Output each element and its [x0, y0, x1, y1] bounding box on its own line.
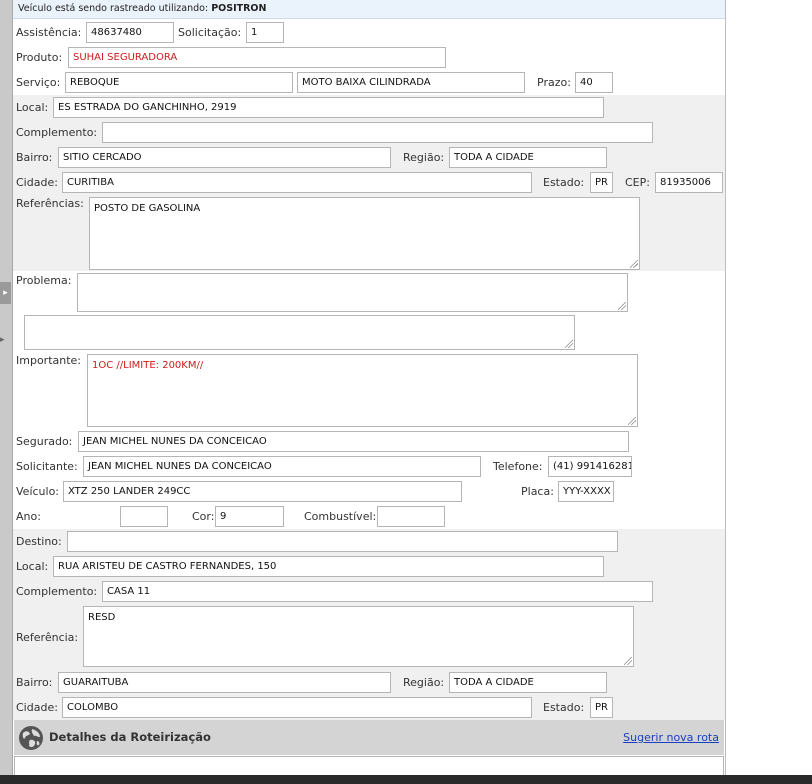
origem-cep-label: CEP:	[625, 176, 650, 189]
resize-grip-icon[interactable]	[630, 260, 638, 268]
origem-cidade-label: Cidade:	[16, 176, 58, 189]
destino-regiao-label: Região:	[403, 676, 445, 689]
combustivel-field[interactable]	[377, 506, 445, 527]
cor-label: Cor:	[192, 510, 215, 523]
origem-complemento-label: Complemento:	[16, 126, 98, 139]
servico-field[interactable]: REBOQUE	[65, 72, 293, 93]
solicitante-label: Solicitante:	[16, 460, 78, 473]
destino-estado-label: Estado:	[543, 701, 585, 714]
importante-text: 1OC //LIMITE: 200KM//	[92, 360, 204, 371]
left-rail	[0, 0, 13, 775]
destino-cidade-field[interactable]: COLOMBO	[62, 697, 532, 718]
telefone-field[interactable]: (41) 991416281	[548, 456, 632, 477]
destino-field[interactable]	[67, 531, 618, 552]
resize-grip-icon[interactable]	[565, 340, 573, 348]
destino-regiao-field[interactable]: TODA A CIDADE	[449, 672, 607, 693]
resize-grip-icon[interactable]	[618, 302, 626, 310]
routing-details-title: Detalhes da Roteirização	[49, 730, 211, 744]
problema-label: Problema:	[16, 274, 72, 287]
resize-grip-icon[interactable]	[628, 417, 636, 425]
routing-details-box	[14, 756, 724, 775]
problema-textarea[interactable]	[77, 273, 628, 312]
destino-bairro-label: Bairro:	[16, 676, 53, 689]
service-form-panel: Veículo está sendo rastreado utilizando:…	[13, 0, 726, 775]
origem-regiao-field[interactable]: TODA A CIDADE	[449, 147, 607, 168]
destino-bairro-field[interactable]: GUARAITUBA	[58, 672, 391, 693]
servico-subtype-field[interactable]: MOTO BAIXA CILINDRADA	[297, 72, 525, 93]
origem-local-label: Local:	[16, 101, 49, 114]
placa-label: Placa:	[521, 485, 554, 498]
solicitacao-field[interactable]: 1	[246, 22, 284, 43]
origem-bairro-field[interactable]: SITIO CERCADO	[58, 147, 391, 168]
origem-estado-field[interactable]: PR	[590, 172, 613, 193]
destino-referencia-text: RESD	[88, 612, 116, 623]
origem-complemento-field[interactable]	[102, 122, 653, 143]
globe-icon	[19, 726, 43, 750]
produto-field[interactable]: SUHAI SEGURADORA	[68, 47, 446, 68]
destino-cidade-label: Cidade:	[16, 701, 58, 714]
importante-label: Importante:	[16, 354, 82, 367]
prazo-label: Prazo:	[537, 76, 571, 89]
solicitante-field[interactable]: JEAN MICHEL NUNES DA CONCEICAO	[83, 456, 481, 477]
tracking-system: POSITRON	[211, 3, 267, 14]
destino-complemento-field[interactable]: CASA 11	[102, 581, 653, 602]
destino-local-field[interactable]: RUA ARISTEU DE CASTRO FERNANDES, 150	[53, 556, 604, 577]
collapse-arrow-icon[interactable]: ▸	[0, 334, 8, 346]
solicitacao-label: Solicitação:	[178, 26, 242, 39]
origem-estado-label: Estado:	[543, 176, 585, 189]
assistencia-label: Assistência:	[16, 26, 82, 39]
cor-field[interactable]: 9	[215, 506, 284, 527]
segurado-field[interactable]: JEAN MICHEL NUNES DA CONCEICAO	[78, 431, 629, 452]
destino-local-label: Local:	[16, 560, 49, 573]
placa-field[interactable]: YYY-XXXX	[558, 481, 614, 502]
expand-panel-arrow-icon[interactable]: ▸	[0, 282, 11, 304]
origem-regiao-label: Região:	[403, 151, 445, 164]
origem-cidade-field[interactable]: CURITIBA	[62, 172, 532, 193]
tracking-text: Veículo está sendo rastreado utilizando:	[18, 3, 209, 14]
tracking-banner: Veículo está sendo rastreado utilizando:…	[13, 0, 725, 19]
combustivel-label: Combustível:	[304, 510, 377, 523]
origem-referencias-label: Referências:	[16, 197, 84, 210]
origem-local-field[interactable]: ES ESTRADA DO GANCHINHO, 2919	[53, 97, 604, 118]
resize-grip-icon[interactable]	[624, 657, 632, 665]
prazo-field[interactable]: 40	[575, 72, 613, 93]
telefone-label: Telefone:	[493, 460, 543, 473]
servico-label: Serviço:	[16, 76, 61, 89]
assistencia-field[interactable]: 48637480	[86, 22, 174, 43]
segurado-label: Segurado:	[16, 435, 73, 448]
origem-referencias-text: POSTO DE GASOLINA	[94, 203, 201, 214]
produto-label: Produto:	[16, 51, 63, 64]
destino-referencia-textarea[interactable]: RESD	[83, 606, 634, 667]
destino-referencia-label: Referência:	[16, 631, 79, 644]
routing-details-header: Detalhes da Roteirização Sugerir nova ro…	[14, 720, 724, 755]
origem-referencias-textarea[interactable]: POSTO DE GASOLINA	[89, 197, 640, 270]
destino-estado-field[interactable]: PR	[590, 697, 613, 718]
origem-bairro-label: Bairro:	[16, 151, 53, 164]
suggest-new-route-link[interactable]: Sugerir nova rota	[623, 731, 719, 744]
ano-field[interactable]	[120, 506, 168, 527]
ano-label: Ano:	[16, 510, 41, 523]
veiculo-label: Veículo:	[16, 485, 60, 498]
problema-extra-textarea[interactable]	[24, 315, 575, 350]
bottom-strip	[0, 775, 812, 784]
destino-complemento-label: Complemento:	[16, 585, 98, 598]
origem-cep-field[interactable]: 81935006	[655, 172, 723, 193]
importante-textarea[interactable]: 1OC //LIMITE: 200KM//	[87, 354, 638, 427]
veiculo-field[interactable]: XTZ 250 LANDER 249CC	[63, 481, 462, 502]
destino-label: Destino:	[16, 535, 62, 548]
